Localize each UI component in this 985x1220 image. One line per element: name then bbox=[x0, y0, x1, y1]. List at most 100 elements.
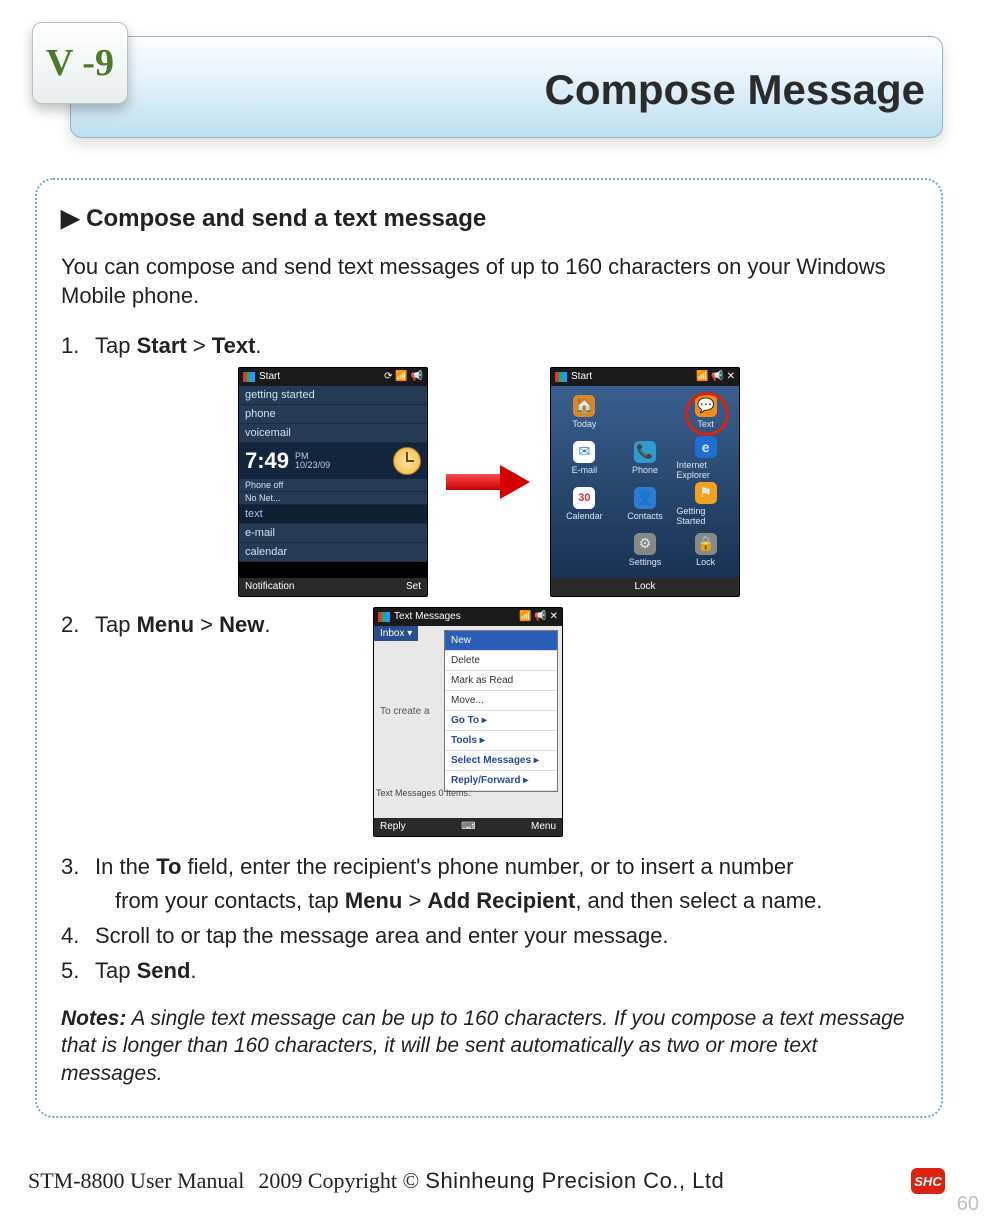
grid-cell-email: ✉E-mail bbox=[555, 436, 614, 480]
step-5: 5. Tap Send. bbox=[61, 957, 917, 986]
grid-label: E-mail bbox=[572, 465, 598, 475]
step-3-bold-to: To bbox=[156, 854, 181, 879]
step-4-number: 4. bbox=[61, 922, 79, 951]
section-tab: V -9 bbox=[32, 22, 128, 104]
grid-label: Internet Explorer bbox=[676, 460, 735, 480]
home-icon: 🏠 bbox=[573, 395, 595, 417]
step-2: 2. Tap Menu > New. bbox=[61, 611, 355, 640]
step-1-text-a: Tap bbox=[95, 333, 137, 358]
red-arrow-icon bbox=[446, 465, 532, 499]
grid-label: Calendar bbox=[566, 511, 603, 521]
grid-cell-phone: 📞 Phone bbox=[616, 436, 675, 480]
grid-label: Getting Started bbox=[676, 506, 735, 526]
today-softkey-right: Set bbox=[406, 581, 421, 592]
grid-cell-calendar: 30 Calendar bbox=[555, 482, 614, 526]
gear-icon: ⚙ bbox=[634, 533, 656, 555]
grid-label: Settings bbox=[629, 557, 662, 567]
step-1-number: 1. bbox=[61, 332, 79, 361]
step-3-bold-menu: Menu bbox=[345, 888, 402, 913]
step-3-number: 3. bbox=[61, 853, 79, 882]
step-1: 1. Tap Start > Text. bbox=[61, 332, 917, 361]
today-item: calendar bbox=[239, 543, 427, 562]
step-1-text-c: . bbox=[255, 333, 261, 358]
windows-flag-icon bbox=[555, 372, 567, 382]
today-phoneoff: Phone off bbox=[239, 479, 427, 492]
notes-label: Notes: bbox=[61, 1007, 126, 1030]
menu-item-tools: Tools ▸ bbox=[445, 731, 557, 751]
menu-item-select-messages: Select Messages ▸ bbox=[445, 751, 557, 771]
menu-titlebar: Text Messages 📶 📢 ✕ bbox=[374, 608, 562, 626]
grid-cell-empty bbox=[555, 528, 614, 572]
step-2-text-a: Tap bbox=[95, 612, 137, 637]
grid-softkeys: Lock bbox=[551, 578, 739, 596]
menu-hint-text: To create a bbox=[380, 706, 429, 717]
context-menu: New Delete Mark as Read Move... Go To ▸ … bbox=[444, 630, 558, 792]
menu-item-mark-read: Mark as Read bbox=[445, 671, 557, 691]
status-icons: 📶 📢 ✕ bbox=[696, 371, 735, 382]
step-1-text-b: > bbox=[187, 333, 212, 358]
calendar-icon: 30 bbox=[573, 487, 595, 509]
subheading: ▶ Compose and send a text message bbox=[61, 204, 917, 233]
grid-cell-empty bbox=[616, 390, 675, 434]
notes-body: A single text message can be up to 160 c… bbox=[61, 1007, 905, 1085]
content-box: ▶ Compose and send a text message You ca… bbox=[35, 178, 943, 1118]
today-item: getting started bbox=[239, 386, 427, 405]
grid-cell-lock: 🔒Lock bbox=[676, 528, 735, 572]
step-3-text-e: > bbox=[402, 888, 427, 913]
step-4-text: Scroll to or tap the message area and en… bbox=[95, 923, 669, 948]
screenshot-start-grid: Start 📶 📢 ✕ 🏠Today 💬Text ✉E-mail 📞Phone … bbox=[550, 367, 740, 597]
grid-cell-contacts: 👤 Contacts bbox=[616, 482, 675, 526]
step-3-bold-add-recipient: Add Recipient bbox=[427, 888, 575, 913]
today-clock-row: 7:49 PM10/23/09 bbox=[239, 443, 427, 479]
status-icons: ⟳ 📶 📢 bbox=[384, 371, 423, 382]
step-3: 3. In the To field, enter the recipient'… bbox=[61, 853, 917, 882]
step-5-bold-send: Send bbox=[137, 958, 191, 983]
contacts-icon: 👤 bbox=[634, 487, 656, 509]
step-2-bold-menu: Menu bbox=[137, 612, 194, 637]
today-item: e-mail bbox=[239, 524, 427, 543]
grid-titlebar: Start 📶 📢 ✕ bbox=[551, 368, 739, 386]
step-2-bold-new: New bbox=[219, 612, 264, 637]
step-3-continued: from your contacts, tap Menu > Add Recip… bbox=[61, 887, 917, 916]
step-2-row: 2. Tap Menu > New. Text Messages 📶 📢 ✕ I… bbox=[61, 607, 917, 837]
step-1-bold-start: Start bbox=[137, 333, 187, 358]
step-4: 4. Scroll to or tap the message area and… bbox=[61, 922, 917, 951]
footer-manual: STM-8800 User Manual bbox=[28, 1168, 244, 1194]
menu-item-new: New bbox=[445, 631, 557, 651]
notes: Notes: A single text message can be up t… bbox=[61, 1005, 917, 1087]
page-number: 60 bbox=[957, 1193, 979, 1216]
grid-softkey-center: Lock bbox=[634, 581, 655, 592]
footer-company: Shinheung Precision Co., Ltd bbox=[425, 1168, 724, 1194]
grid-label: Phone bbox=[632, 465, 658, 475]
today-titlebar: Start ⟳ 📶 📢 bbox=[239, 368, 427, 386]
grid-bar-label: Start bbox=[571, 371, 592, 382]
step-2-number: 2. bbox=[61, 611, 79, 640]
today-date: 10/23/09 bbox=[295, 460, 330, 470]
step-1-bold-text: Text bbox=[212, 333, 256, 358]
screenshot-today: Start ⟳ 📶 📢 getting started phone voicem… bbox=[238, 367, 428, 597]
today-item: phone bbox=[239, 405, 427, 424]
today-item-selected: text bbox=[239, 505, 427, 524]
today-bar-label: Start bbox=[259, 371, 280, 382]
step-5-text-b: . bbox=[190, 958, 196, 983]
step-5-text-a: Tap bbox=[95, 958, 137, 983]
menu-status-line: Text Messages 0 Items. bbox=[376, 788, 471, 798]
grid-cell-ie: eInternet Explorer bbox=[676, 436, 735, 480]
step-2-text-c: . bbox=[264, 612, 270, 637]
highlight-circle-icon bbox=[685, 392, 729, 436]
clock-icon bbox=[393, 447, 421, 475]
step-3-text-d: from your contacts, tap bbox=[115, 888, 345, 913]
grid-cell-getting-started: ⚑Getting Started bbox=[676, 482, 735, 526]
footer-copyright: 2009 Copyright © bbox=[258, 1168, 419, 1194]
phone-icon: 📞 bbox=[634, 441, 656, 463]
step-5-number: 5. bbox=[61, 957, 79, 986]
menu-softkey-right: Menu bbox=[531, 821, 556, 832]
keyboard-icon: ⌨ bbox=[461, 821, 475, 832]
grid-label: Contacts bbox=[627, 511, 663, 521]
windows-flag-icon bbox=[378, 612, 390, 622]
grid-cell-settings: ⚙ Settings bbox=[616, 528, 675, 572]
inbox-dropdown: Inbox ▾ bbox=[374, 626, 418, 641]
menu-bar-label: Text Messages bbox=[394, 611, 461, 622]
step-3-text-f: , and then select a name. bbox=[575, 888, 822, 913]
menu-item-delete: Delete bbox=[445, 651, 557, 671]
